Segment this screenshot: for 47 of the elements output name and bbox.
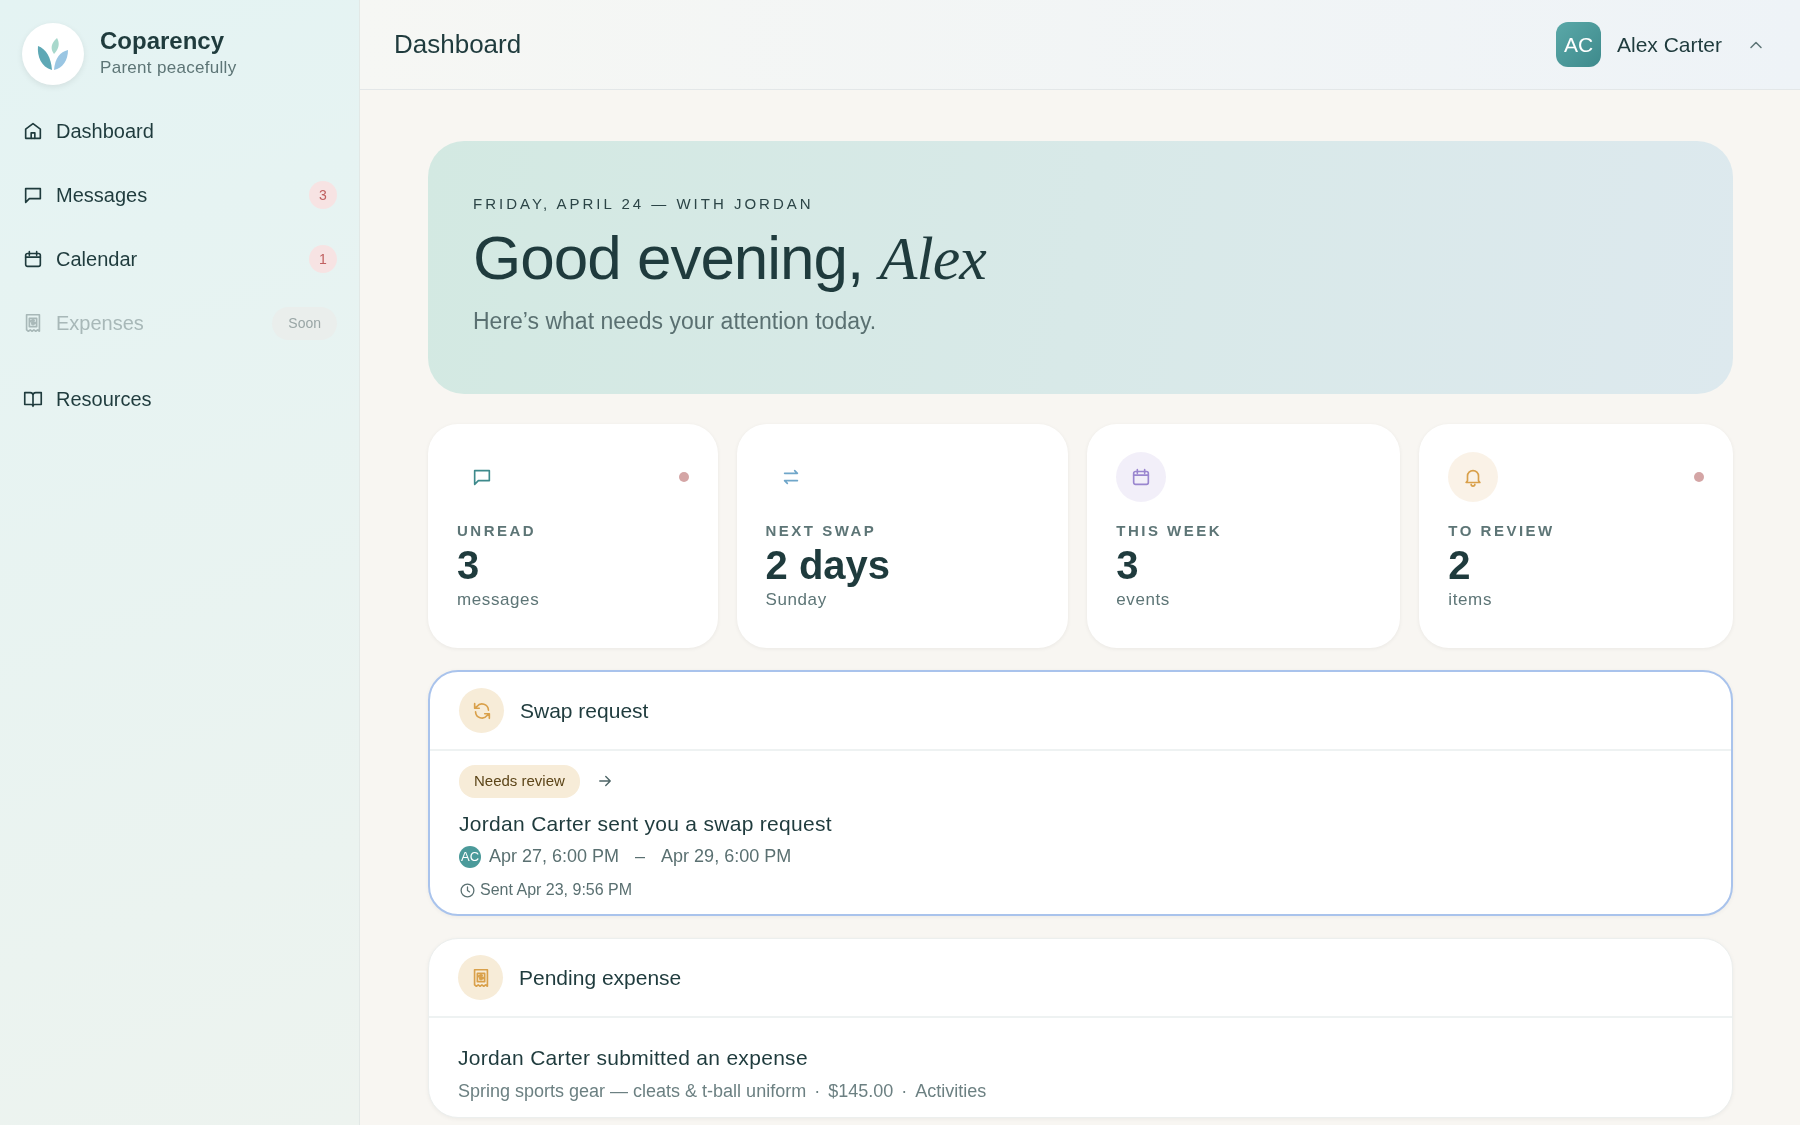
card-title: Swap request (520, 697, 649, 724)
stat-label: TO REVIEW (1448, 521, 1556, 542)
expense-detail: $145.00 (828, 1079, 894, 1103)
brand-tagline: Parent peacefully (100, 57, 237, 80)
swap-request-card[interactable]: Swap request Needs review Jordan Carter sent you a swap request AC Apr 27, 6:00 PM – Apr 29, 6:00 PM Sent Apr 23, 9:56 PM (428, 670, 1733, 917)
status-tag: Needs review (459, 765, 580, 798)
expense-card[interactable]: Pending expense Jordan Carter submitted an expense Spring sports gear — cleats & t-ball uniform · $145.00 · Activities (428, 938, 1733, 1118)
clock-icon (459, 881, 476, 899)
soon-tag: Soon (272, 306, 337, 340)
expense-detail: Spring sports gear — cleats & t-ball uniform (458, 1079, 807, 1103)
request-headline: Jordan Carter sent you a swap request (459, 810, 833, 837)
stat-label: NEXT SWAP (765, 521, 878, 542)
expense-detail: · (814, 1079, 821, 1103)
stat-label: THIS WEEK (1116, 521, 1224, 542)
stat-value: 3 (457, 542, 481, 587)
card-title: Pending expense (519, 964, 682, 991)
expense-headline: Jordan Carter submitted an expense (458, 1045, 809, 1072)
page-title: Dashboard (394, 28, 522, 61)
home-icon (22, 120, 44, 142)
range-separator: – (635, 845, 646, 869)
date-time: Apr 27, 6:00 PM (489, 845, 620, 869)
nav-link[interactable]: Dashboard (56, 116, 154, 146)
user-name[interactable]: Alex Carter (1616, 28, 1722, 61)
stat-unit: events (1116, 588, 1171, 611)
stat-unit: items (1448, 588, 1493, 611)
sent-time: Sent Apr 23, 9:56 PM (480, 880, 633, 901)
logo (22, 23, 84, 85)
stat-value: 3 (1116, 542, 1140, 587)
count-badge: 1 (309, 245, 337, 273)
stat-value: 2 days (765, 542, 892, 587)
brand-name: Coparency (100, 27, 226, 56)
date-label: FRIDAY, APRIL 24 — WITH JORDAN (473, 194, 815, 214)
nav-link[interactable]: Messages (56, 180, 148, 210)
calendar-icon (22, 248, 44, 270)
stat-unit: Sunday (765, 588, 828, 611)
expense-detail: · (901, 1079, 908, 1103)
count-badge: 3 (309, 181, 337, 209)
stat-label: UNREAD (457, 521, 538, 542)
expense-detail: Activities (915, 1079, 987, 1103)
date-time: Apr 29, 6:00 PM (661, 845, 792, 869)
greeting: Good evening, Alex (473, 223, 988, 292)
nav-link[interactable]: Resources (56, 384, 152, 414)
nav-link[interactable]: Calendar (56, 244, 138, 274)
greeting-subtitle: Here’s what needs your attention today. (473, 306, 878, 336)
stat-value: 2 (1448, 542, 1472, 587)
stat-unit: messages (457, 588, 541, 611)
sender-avatar: AC (459, 845, 481, 868)
